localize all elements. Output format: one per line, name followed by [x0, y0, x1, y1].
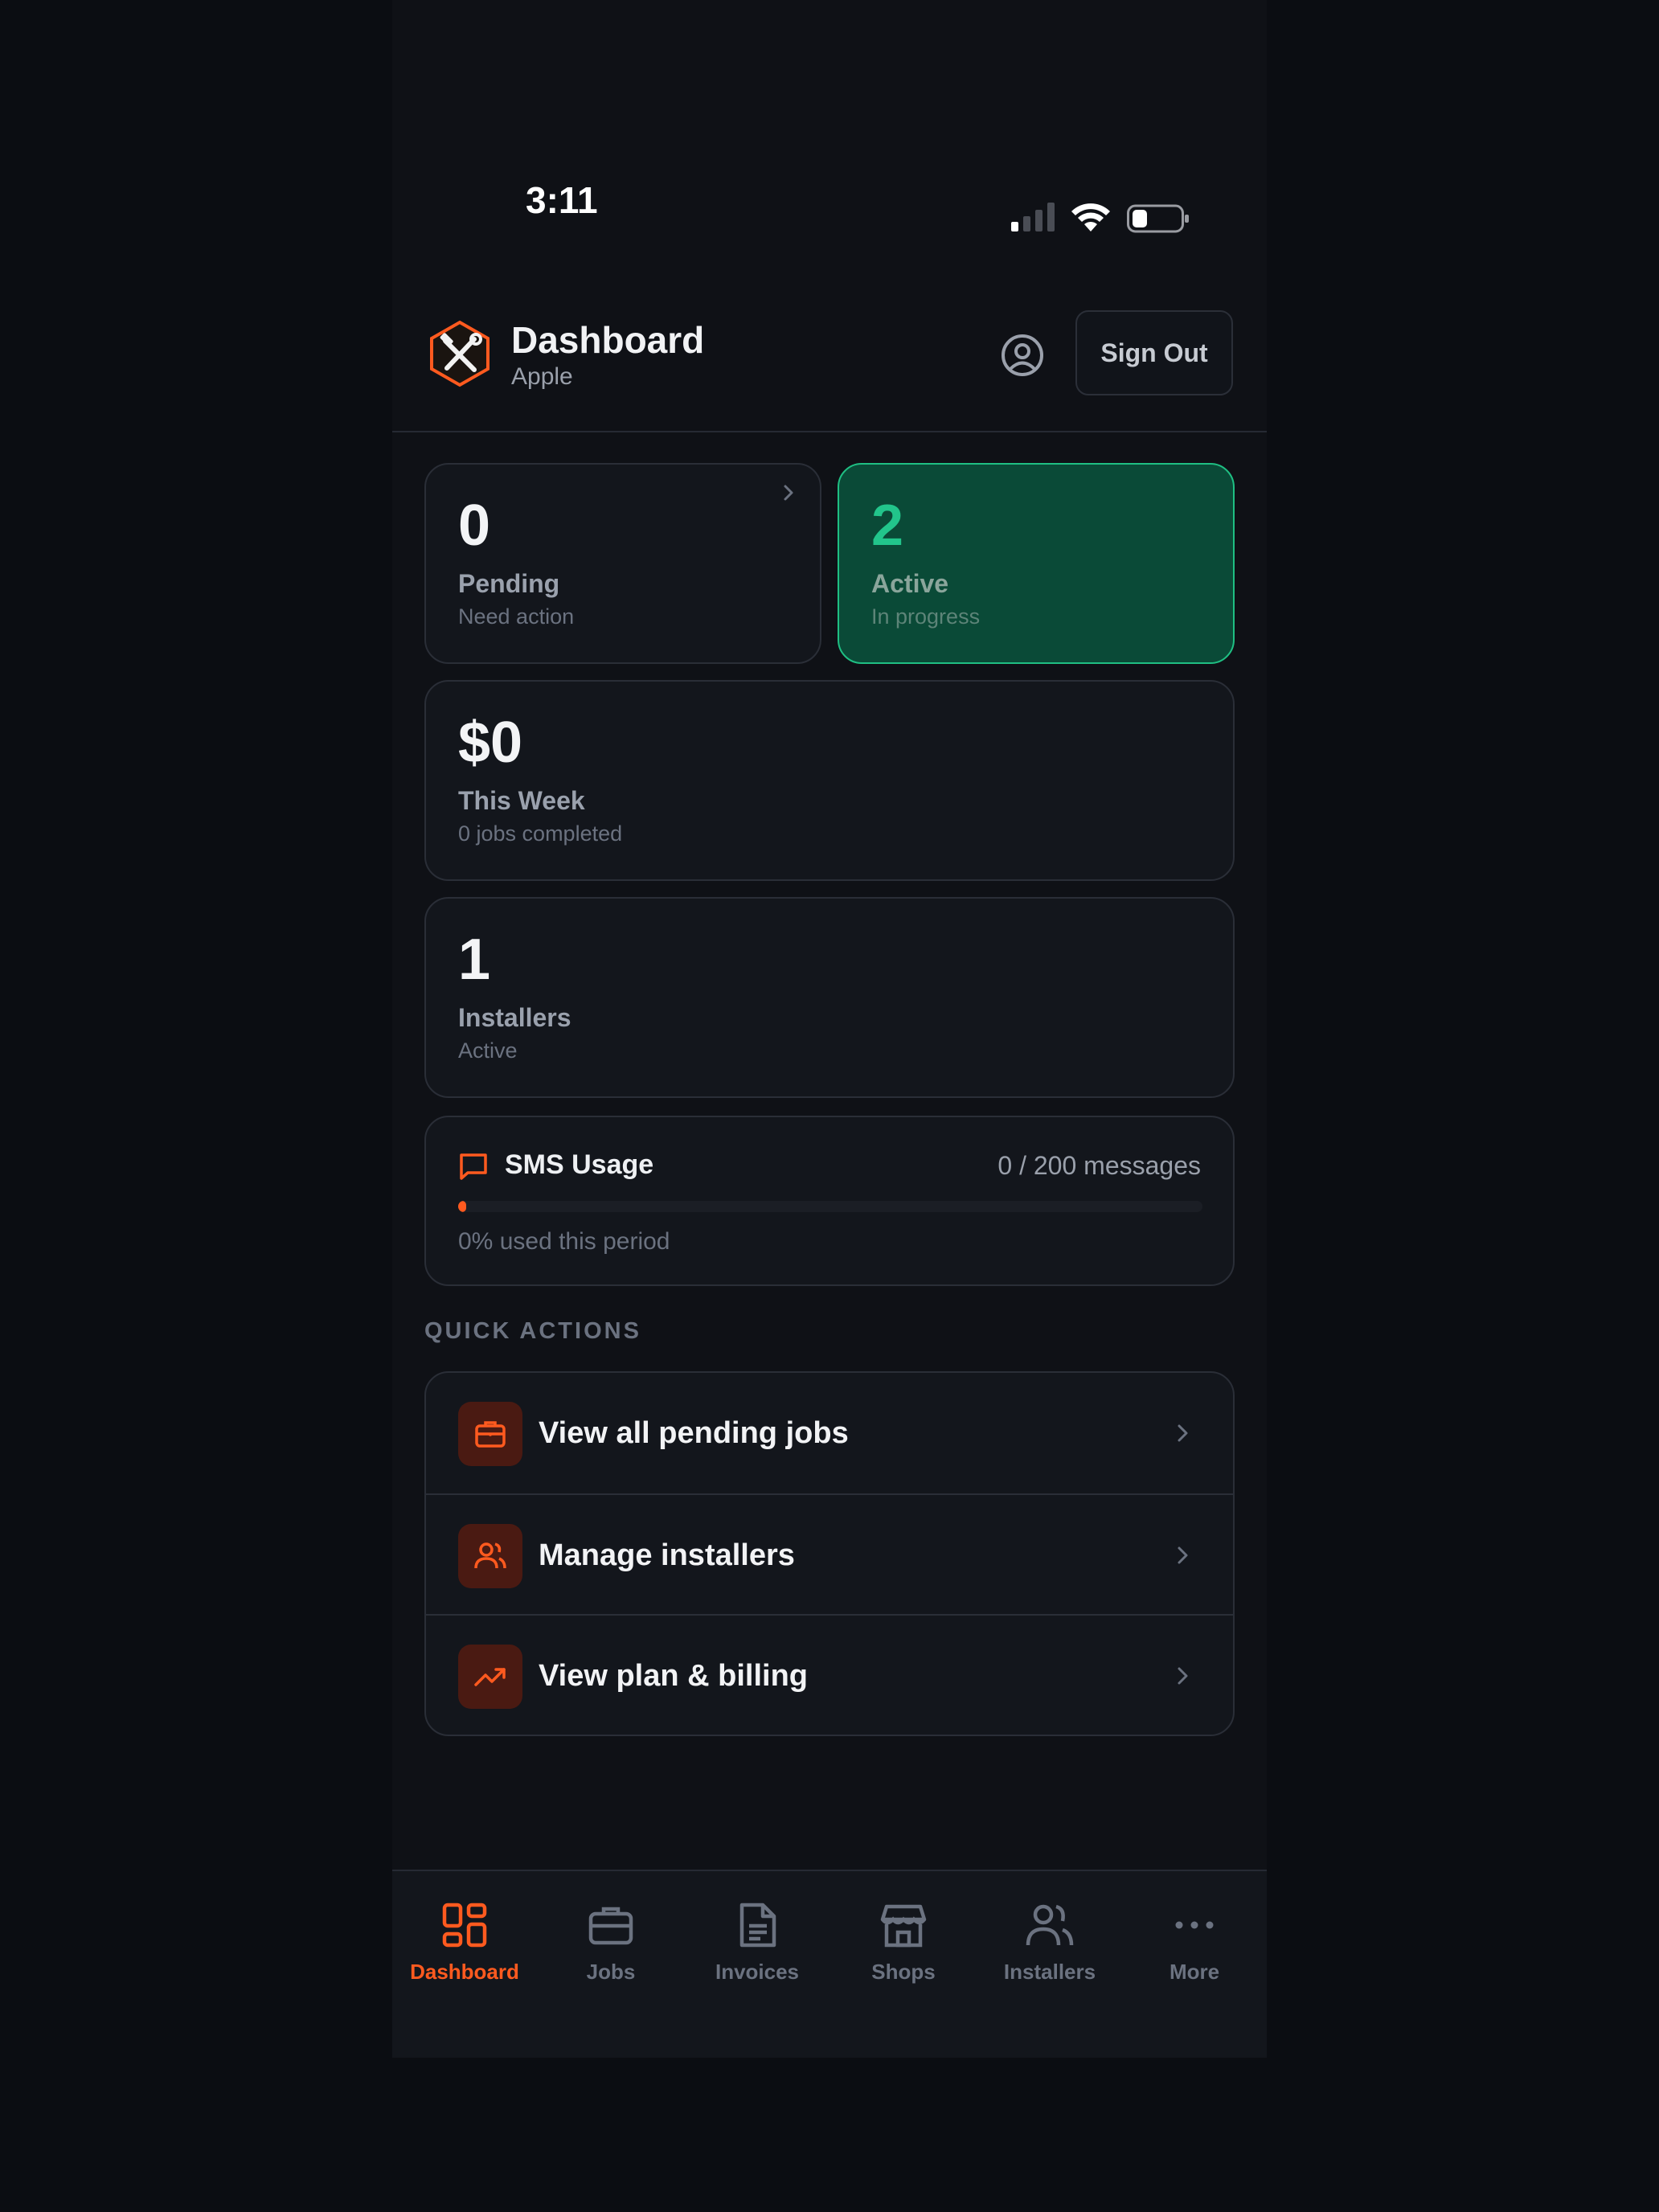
pending-card[interactable]: 0 Pending Need action [424, 463, 821, 664]
week-label: This Week [458, 786, 585, 815]
nav-label: Invoices [715, 1960, 800, 1984]
tools-logo-icon [430, 320, 490, 387]
chevron-right-icon [1178, 1424, 1188, 1442]
active-count: 2 [871, 494, 904, 558]
active-card[interactable]: 2 Active In progress [838, 463, 1235, 664]
installers-sub: Active [458, 1038, 518, 1063]
nav-invoices[interactable]: Invoices [685, 1902, 830, 1985]
quick-actions-list: View all pending jobs Manage installers [424, 1371, 1235, 1736]
chevron-right-icon [1178, 1546, 1188, 1564]
wifi-icon [1071, 203, 1110, 231]
profile-icon[interactable] [1000, 333, 1045, 378]
sms-progress-bar [458, 1201, 1202, 1212]
action-label: View plan & billing [539, 1659, 809, 1693]
pending-sub: Need action [458, 604, 575, 629]
dashboard-icon [442, 1903, 487, 1948]
nav-more[interactable]: More [1122, 1902, 1267, 1985]
chevron-right-icon [784, 485, 793, 501]
nav-jobs[interactable]: Jobs [539, 1902, 683, 1985]
this-week-card: $0 This Week 0 jobs completed [424, 680, 1235, 881]
sms-note: 0% used this period [458, 1228, 670, 1255]
sms-progress-fill [458, 1201, 466, 1212]
action-manage-installers[interactable]: Manage installers [426, 1493, 1233, 1616]
action-view-pending-jobs[interactable]: View all pending jobs [426, 1373, 1233, 1493]
pending-label: Pending [458, 569, 560, 598]
week-earnings: $0 [458, 711, 523, 775]
company-name: Apple [511, 363, 573, 390]
active-label: Active [871, 569, 949, 598]
week-sub: 0 jobs completed [458, 821, 623, 846]
briefcase-icon [588, 1907, 633, 1945]
briefcase-icon [458, 1402, 522, 1466]
users-icon [1026, 1904, 1074, 1946]
nav-shops[interactable]: Shops [831, 1902, 976, 1985]
nav-label: More [1169, 1960, 1220, 1984]
file-icon [739, 1903, 776, 1948]
nav-label: Installers [1003, 1960, 1096, 1984]
installers-label: Installers [458, 1003, 571, 1032]
quick-actions-heading: QUICK ACTIONS [424, 1318, 641, 1344]
action-view-plan-billing[interactable]: View plan & billing [426, 1614, 1233, 1735]
pending-count: 0 [458, 494, 491, 558]
users-icon [458, 1524, 522, 1588]
nav-label: Dashboard [410, 1960, 519, 1984]
chevron-right-icon [1178, 1667, 1188, 1685]
app-header: Dashboard Apple Sign Out [392, 309, 1267, 432]
action-label: View all pending jobs [539, 1416, 849, 1450]
more-icon [1175, 1921, 1214, 1929]
nav-installers[interactable]: Installers [977, 1902, 1122, 1985]
nav-label: Jobs [586, 1960, 636, 1984]
store-icon [880, 1904, 927, 1948]
sms-title: SMS Usage [505, 1149, 654, 1180]
battery-icon [1127, 204, 1189, 233]
bottom-nav: Dashboard Jobs Invoices Shops Installers… [392, 1870, 1267, 2058]
status-time: 3:11 [526, 179, 598, 221]
installers-count: 1 [458, 928, 491, 992]
active-sub: In progress [871, 604, 981, 629]
installers-card: 1 Installers Active [424, 897, 1235, 1098]
trending-up-icon [458, 1645, 522, 1709]
nav-dashboard[interactable]: Dashboard [392, 1902, 537, 1985]
message-icon [460, 1153, 487, 1180]
sign-out-button[interactable]: Sign Out [1075, 310, 1233, 395]
action-label: Manage installers [539, 1538, 795, 1572]
page-title: Dashboard [511, 319, 705, 361]
sms-usage-card: SMS Usage 0 / 200 messages 0% used this … [424, 1116, 1235, 1286]
app-screen: 3:11 Dashboard Apple Sign Out 0 Pending … [392, 0, 1267, 2058]
sms-count: 0 / 200 messages [997, 1151, 1201, 1180]
signal-icon [1011, 203, 1055, 231]
nav-label: Shops [871, 1960, 936, 1984]
